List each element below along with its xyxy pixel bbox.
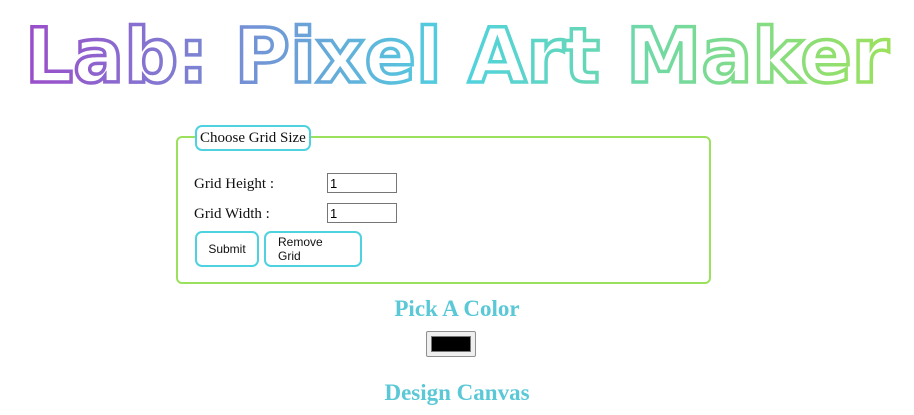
title-banner: Lab: Pixel Art Maker: [0, 12, 914, 94]
grid-width-input[interactable]: [327, 203, 397, 223]
grid-width-row: Grid Width :: [194, 203, 397, 223]
grid-size-form: Choose Grid Size Grid Height : Grid Widt…: [176, 125, 711, 284]
design-canvas-heading: Design Canvas: [384, 380, 530, 405]
grid-width-label: Grid Width :: [194, 206, 270, 222]
color-swatch: [431, 336, 471, 352]
grid-height-label: Grid Height :: [194, 176, 274, 192]
color-picker-input[interactable]: [426, 331, 476, 357]
grid-height-row: Grid Height :: [194, 173, 397, 193]
submit-button[interactable]: Submit: [195, 231, 259, 267]
title-logo: Lab: Pixel Art Maker: [23, 12, 891, 94]
page-title: Lab: Pixel Art Maker: [25, 12, 890, 94]
pick-color-heading: Pick A Color: [394, 296, 520, 321]
grid-height-input[interactable]: [327, 173, 397, 193]
form-legend: Choose Grid Size: [195, 125, 311, 151]
remove-grid-button[interactable]: Remove Grid: [264, 231, 362, 267]
